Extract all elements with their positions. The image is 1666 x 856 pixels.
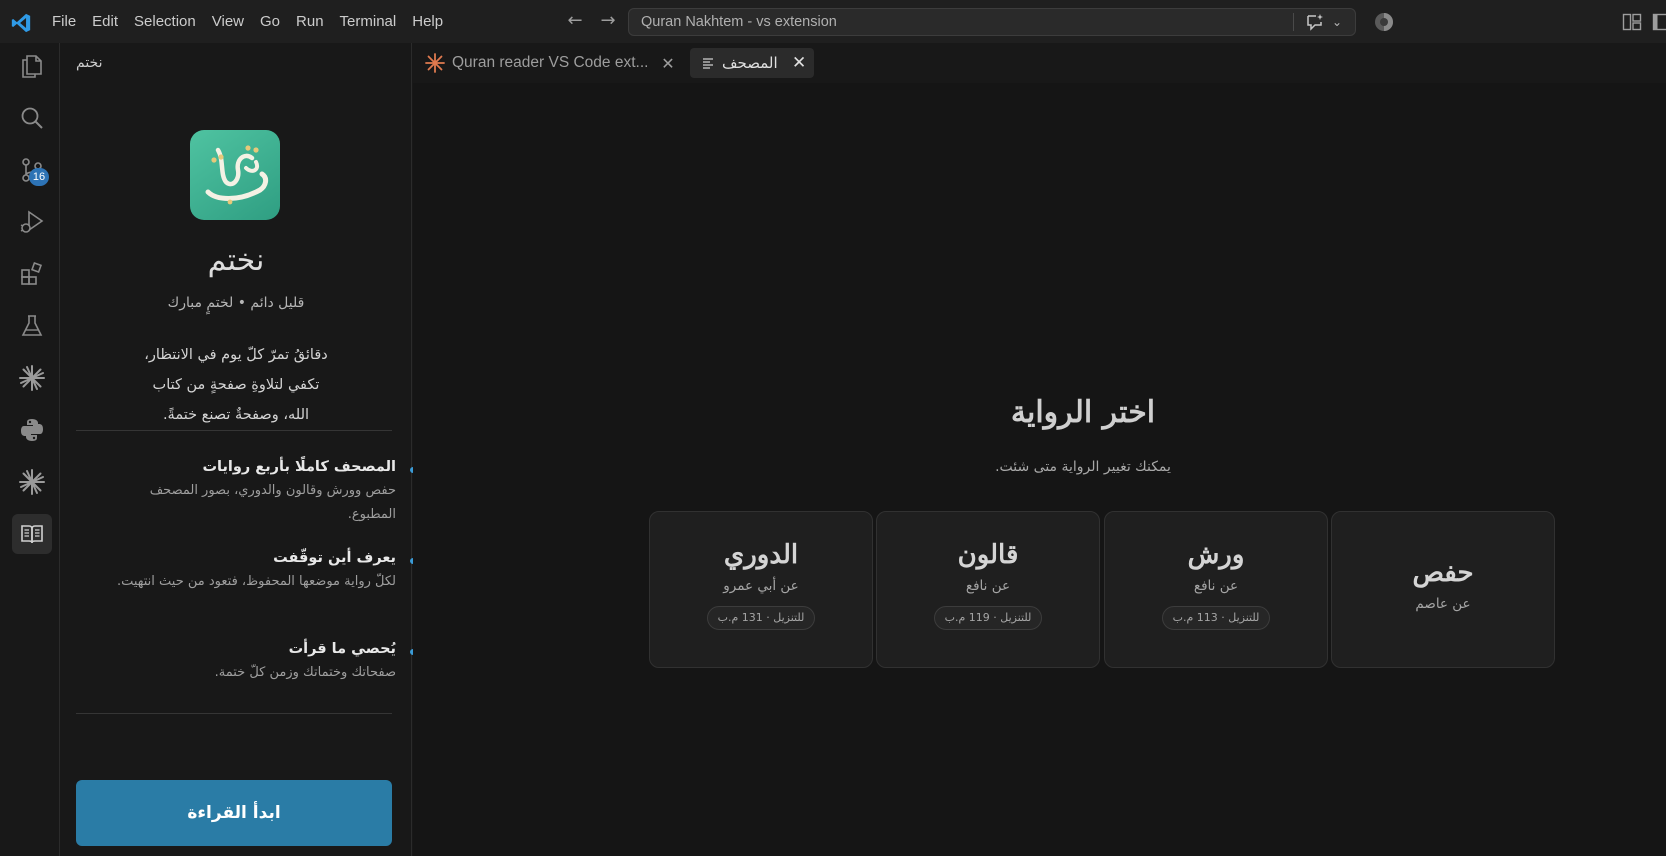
- feature-item: المصحف كاملًا بأربع روايات حفص وورش وقال…: [100, 459, 416, 527]
- layout-icon[interactable]: [1622, 12, 1642, 32]
- tab-mushaf[interactable]: المصحف ✕: [690, 48, 814, 78]
- copilot-icon[interactable]: [1374, 12, 1394, 32]
- start-reading-button[interactable]: ابدأ القراءة: [76, 780, 392, 846]
- python-icon: [21, 419, 43, 441]
- divider: [76, 713, 392, 714]
- feature-description: صفحاتك وختماتك وزمن كلّ ختمة.: [214, 665, 396, 680]
- riwaya-card-douri[interactable]: الدوري عن أبي عمرو للتنزيل · 131 م.ب: [649, 511, 873, 668]
- title-bar: File Edit Selection View Go Run Terminal…: [0, 0, 1666, 43]
- feature-description: حفص وورش وقالون والدوري، بصور المصحف الم…: [149, 483, 396, 522]
- riwaya-picker-subtitle: يمكنك تغيير الرواية متى شئت.: [995, 459, 1171, 475]
- download-size-chip: للتنزيل · 119 م.ب: [933, 606, 1043, 630]
- riwaya-source: عن نافع: [965, 578, 1011, 594]
- extensions-icon: [21, 261, 43, 285]
- arrow-right-icon[interactable]: →: [597, 11, 619, 33]
- source-control-badge: 16: [29, 168, 49, 186]
- brand-tagline: قليل دائم • لختمٍ مبارك: [167, 295, 305, 311]
- activity-testing[interactable]: [12, 306, 52, 346]
- tab-label: المصحف: [722, 54, 778, 72]
- close-icon[interactable]: ✕: [660, 54, 676, 73]
- arrow-left-icon[interactable]: ←: [564, 11, 586, 33]
- riwaya-card-hafs[interactable]: حفص عن عاصم: [1331, 511, 1555, 668]
- activity-python[interactable]: [12, 410, 52, 450]
- activity-claude[interactable]: [12, 358, 52, 398]
- chat-sparkle-icon[interactable]: [1305, 13, 1325, 31]
- sparkle-burst-icon: [19, 365, 45, 391]
- tab-label: Quran reader VS Code ext...: [452, 54, 649, 71]
- riwaya-name: ورش: [1187, 540, 1245, 570]
- menu-help[interactable]: Help: [404, 0, 451, 43]
- menu-selection[interactable]: Selection: [126, 0, 204, 43]
- close-icon[interactable]: ✕: [792, 53, 806, 73]
- activity-quran-reader[interactable]: [12, 514, 52, 554]
- sidebar-title: نختم: [76, 55, 103, 71]
- feature-item: يعرف أين توقّفت لكلّ رواية موضعها المحفو…: [100, 550, 416, 594]
- nakhtem-logo: [190, 130, 280, 220]
- download-size-chip: للتنزيل · 131 م.ب: [706, 606, 816, 630]
- menu-terminal[interactable]: Terminal: [332, 0, 405, 43]
- activity-source-control[interactable]: 16: [12, 150, 52, 190]
- chevron-down-icon[interactable]: ⌄: [1332, 11, 1342, 33]
- sidebar-toggle-icon[interactable]: [1652, 12, 1666, 32]
- menu-go[interactable]: Go: [252, 0, 288, 43]
- menu-run[interactable]: Run: [288, 0, 332, 43]
- vscode-logo-icon: [11, 13, 31, 33]
- feature-title: يعرف أين توقّفت: [100, 550, 416, 566]
- riwaya-name: الدوري: [723, 540, 799, 570]
- feature-description: لكلّ رواية موضعها المحفوظ، فتعود من حيث …: [116, 574, 396, 589]
- nakhtem-calligraphy-icon: [205, 145, 269, 205]
- tab-quran-reader-chat[interactable]: Quran reader VS Code ext... ✕: [425, 48, 676, 78]
- activity-search[interactable]: [12, 98, 52, 138]
- activity-bar: 16: [0, 43, 60, 856]
- sparkle-burst-icon: [425, 53, 445, 73]
- riwaya-card-qaloun[interactable]: قالون عن نافع للتنزيل · 119 م.ب: [876, 511, 1100, 668]
- riwaya-name: حفص: [1412, 558, 1474, 588]
- files-icon: [22, 55, 42, 78]
- preview-lines-icon: [703, 58, 713, 69]
- download-size-chip: للتنزيل · 113 م.ب: [1161, 606, 1271, 630]
- activity-run-debug[interactable]: [12, 202, 52, 242]
- sparkle-burst-icon: [19, 469, 45, 495]
- intro-text: دقائقُ تمرّ كلّ يوم في الانتظار، تكفي لت…: [80, 340, 392, 430]
- search-icon: [21, 107, 43, 129]
- book-icon: [21, 525, 43, 544]
- beaker-icon: [21, 315, 43, 336]
- command-center-text: Quran Nakhtem - vs extension: [641, 14, 837, 30]
- riwaya-card-warsh[interactable]: ورش عن نافع للتنزيل · 113 م.ب: [1104, 511, 1328, 668]
- feature-item: يُحصي ما قرأت صفحاتك وختماتك وزمن كلّ خت…: [100, 641, 416, 685]
- tab-bar: Quran reader VS Code ext... ✕ المصحف ✕: [413, 43, 1666, 83]
- riwaya-source: عن نافع: [1193, 578, 1239, 594]
- menu-file[interactable]: File: [44, 0, 84, 43]
- divider: [76, 430, 392, 431]
- intro-line: تكفي لتلاوةِ صفحةٍ من كتاب: [152, 377, 320, 393]
- menu-bar: File Edit Selection View Go Run Terminal…: [44, 0, 451, 43]
- activity-explorer[interactable]: [12, 46, 52, 86]
- menu-edit[interactable]: Edit: [84, 0, 126, 43]
- feature-title: يُحصي ما قرأت: [100, 641, 416, 657]
- intro-line: دقائقُ تمرّ كلّ يوم في الانتظار،: [144, 347, 328, 363]
- feature-title: المصحف كاملًا بأربع روايات: [100, 459, 416, 475]
- riwaya-name: قالون: [957, 540, 1019, 570]
- activity-claude-2[interactable]: [12, 462, 52, 502]
- intro-line: الله، وصفحةٌ تصنع ختمةً.: [162, 407, 310, 423]
- run-debug-icon: [20, 210, 44, 233]
- riwaya-picker-title: اختر الرواية: [1010, 395, 1156, 430]
- editor-area: Quran reader VS Code ext... ✕ المصحف ✕ ا…: [413, 43, 1666, 856]
- riwaya-source: عن عاصم: [1415, 596, 1471, 612]
- brand-name: نختم: [207, 243, 265, 278]
- sidebar-nakhtem: نختم نختم قليل دائم • لختمٍ مبارك دقائقُ…: [60, 43, 473, 856]
- menu-view[interactable]: View: [204, 0, 252, 43]
- riwaya-source: عن أبي عمرو: [723, 578, 799, 594]
- activity-extensions[interactable]: [12, 254, 52, 294]
- command-center-search[interactable]: Quran Nakhtem - vs extension ⌄: [628, 8, 1356, 36]
- command-center-divider: [1293, 13, 1294, 31]
